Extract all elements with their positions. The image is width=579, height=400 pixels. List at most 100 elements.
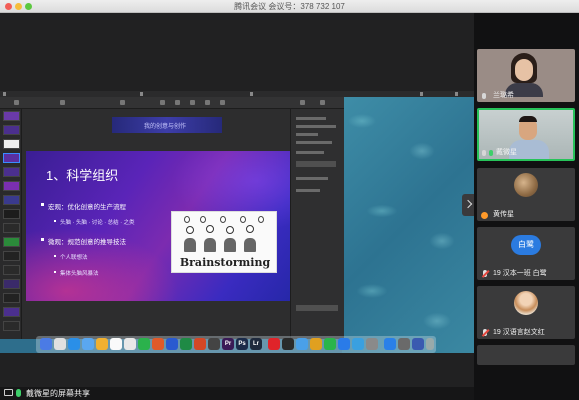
bullet-item: 宏观：优化创意的生产流程 — [41, 201, 126, 211]
chart-icon[interactable] — [175, 100, 180, 105]
participant-avatar — [514, 291, 538, 315]
share-status-bar: 戴微星的屏幕共享 — [0, 387, 474, 400]
desktop-wallpaper — [342, 91, 474, 353]
slide-canvas: 我的创意与创作 1、科学组织 宏观：优化创意的生产流程 头脑 · 头脑 · 讨论… — [22, 109, 291, 339]
safari-icon[interactable] — [68, 338, 80, 350]
powerpoint-icon[interactable] — [194, 338, 206, 350]
calendar-icon[interactable] — [110, 338, 122, 350]
slide-thumbnail[interactable] — [3, 265, 20, 275]
slide-thumbnail[interactable] — [3, 321, 20, 331]
finder-icon[interactable] — [40, 338, 52, 350]
meeting-window: 腾讯会议 会议号：378 732 107 我的创意与创作 1、科学组织 宏观：优… — [0, 0, 579, 400]
participant-video — [505, 53, 543, 97]
lightroom-icon[interactable]: Lr — [250, 338, 262, 350]
slide-thumbnail[interactable] — [3, 307, 20, 317]
slide-thumbnail[interactable] — [3, 153, 20, 163]
participant-tile[interactable]: 黄传星 — [477, 168, 575, 221]
slide-thumbnail[interactable] — [3, 195, 20, 205]
slide-thumbnail[interactable] — [3, 181, 20, 191]
title-bar: 腾讯会议 会议号：378 732 107 — [0, 0, 579, 13]
participant-tile[interactable]: 白鹭 19 汉本一班 白鹭 — [477, 227, 575, 280]
folder-icon[interactable] — [412, 338, 424, 350]
launchpad-icon[interactable] — [54, 338, 66, 350]
participant-name: 19 汉本一班 白鹭 — [493, 270, 547, 277]
play-icon[interactable] — [120, 100, 125, 105]
media-icon[interactable] — [220, 100, 225, 105]
slide-thumbnail[interactable] — [3, 167, 20, 177]
mac-dock: Pr Ps Lr — [36, 336, 436, 353]
keynote-icon[interactable] — [208, 338, 220, 350]
slide-thumbnail[interactable] — [3, 209, 20, 219]
slide-thumbnail[interactable] — [3, 111, 20, 121]
sub-bullet-item: 头脑 · 头脑 · 讨论 · 总结 · 之类 — [54, 220, 135, 226]
trash-icon[interactable] — [426, 338, 434, 350]
format-inspector — [290, 109, 344, 339]
participant-tile-active[interactable]: 戴微星 — [477, 108, 575, 161]
mail-icon[interactable] — [82, 338, 94, 350]
participant-name: 19 汉语言赵文红 — [493, 329, 545, 336]
netease-music-icon[interactable] — [268, 338, 280, 350]
slide-title: 1、科学组织 — [46, 168, 119, 183]
brainstorming-image: Brainstorming — [171, 211, 277, 273]
slide-thumbnail[interactable] — [3, 293, 20, 303]
animate-icon[interactable] — [320, 100, 325, 105]
participant-tile-partial[interactable] — [477, 345, 575, 365]
zoom-icon[interactable] — [60, 100, 65, 105]
text-icon[interactable] — [190, 100, 195, 105]
notes-icon[interactable] — [96, 338, 108, 350]
bullet-item: 微观：规范创意的推导技法 — [41, 236, 126, 246]
wechat-icon[interactable] — [324, 338, 336, 350]
slide-thumbnail[interactable] — [3, 223, 20, 233]
excel-icon[interactable] — [180, 338, 192, 350]
photoshop-icon[interactable]: Ps — [236, 338, 248, 350]
format-icon[interactable] — [300, 100, 305, 105]
keynote-toolbar — [0, 97, 344, 109]
slide-thumbnail[interactable] — [3, 125, 20, 135]
participant-tile[interactable]: 兰璐希 — [477, 49, 575, 102]
participant-name: 黄传星 — [493, 211, 514, 218]
office-app-icon[interactable] — [152, 338, 164, 350]
microphone-muted-icon — [481, 270, 489, 278]
brainstorming-caption: Brainstorming — [179, 256, 271, 269]
view-icon[interactable] — [14, 100, 19, 105]
slide-thumbnail[interactable] — [3, 279, 20, 289]
current-slide[interactable]: 1、科学组织 宏观：优化创意的生产流程 头脑 · 头脑 · 讨论 · 总结 · … — [26, 151, 291, 301]
participant-name: 兰璐希 — [493, 92, 514, 99]
microphone-icon — [482, 93, 486, 99]
downloads-icon[interactable] — [398, 338, 410, 350]
word-icon[interactable] — [166, 338, 178, 350]
expand-panel-button[interactable] — [462, 194, 474, 216]
sub-bullet-item: 个人联想法 — [54, 255, 88, 261]
screen-share-icon — [4, 389, 13, 396]
slide-thumbnail[interactable] — [3, 237, 20, 247]
shape-icon[interactable] — [205, 100, 210, 105]
participant-name: 戴微星 — [496, 149, 517, 156]
participant-avatar — [514, 173, 538, 197]
keynote-window: 我的创意与创作 1、科学组织 宏观：优化创意的生产流程 头脑 · 头脑 · 讨论… — [0, 97, 344, 339]
preview-icon[interactable] — [296, 338, 308, 350]
participant-tile[interactable]: 19 汉语言赵文红 — [477, 286, 575, 339]
capture-icon[interactable] — [282, 338, 294, 350]
slide-thumbnail[interactable] — [3, 139, 20, 149]
window-title: 腾讯会议 会议号：378 732 107 — [234, 2, 345, 11]
participant-avatar: 白鹭 — [511, 235, 541, 255]
tencent-meeting-icon[interactable] — [338, 338, 350, 350]
slide-thumbnail[interactable] — [3, 251, 20, 261]
microphone-icon — [16, 389, 21, 397]
user-icon — [481, 212, 488, 219]
table-icon[interactable] — [160, 100, 165, 105]
sub-bullet-item: 集体头脑风暴法 — [54, 271, 99, 277]
slide-navigator — [0, 109, 22, 339]
share-status-text: 戴微星的屏幕共享 — [26, 389, 90, 398]
system-preferences-icon[interactable] — [366, 338, 378, 350]
shared-desktop: 我的创意与创作 1、科学组织 宏观：优化创意的生产流程 头脑 · 头脑 · 讨论… — [0, 91, 474, 353]
zoom-app-icon[interactable] — [384, 338, 396, 350]
premiere-icon[interactable]: Pr — [222, 338, 234, 350]
app-store-icon[interactable] — [352, 338, 364, 350]
chrome-icon[interactable] — [310, 338, 322, 350]
photos-icon[interactable] — [124, 338, 136, 350]
previous-slide-title: 我的创意与创作 — [144, 124, 187, 130]
screen-icon — [482, 150, 486, 156]
facetime-icon[interactable] — [138, 338, 150, 350]
shared-screen-area: 我的创意与创作 1、科学组织 宏观：优化创意的生产流程 头脑 · 头脑 · 讨论… — [0, 13, 474, 387]
